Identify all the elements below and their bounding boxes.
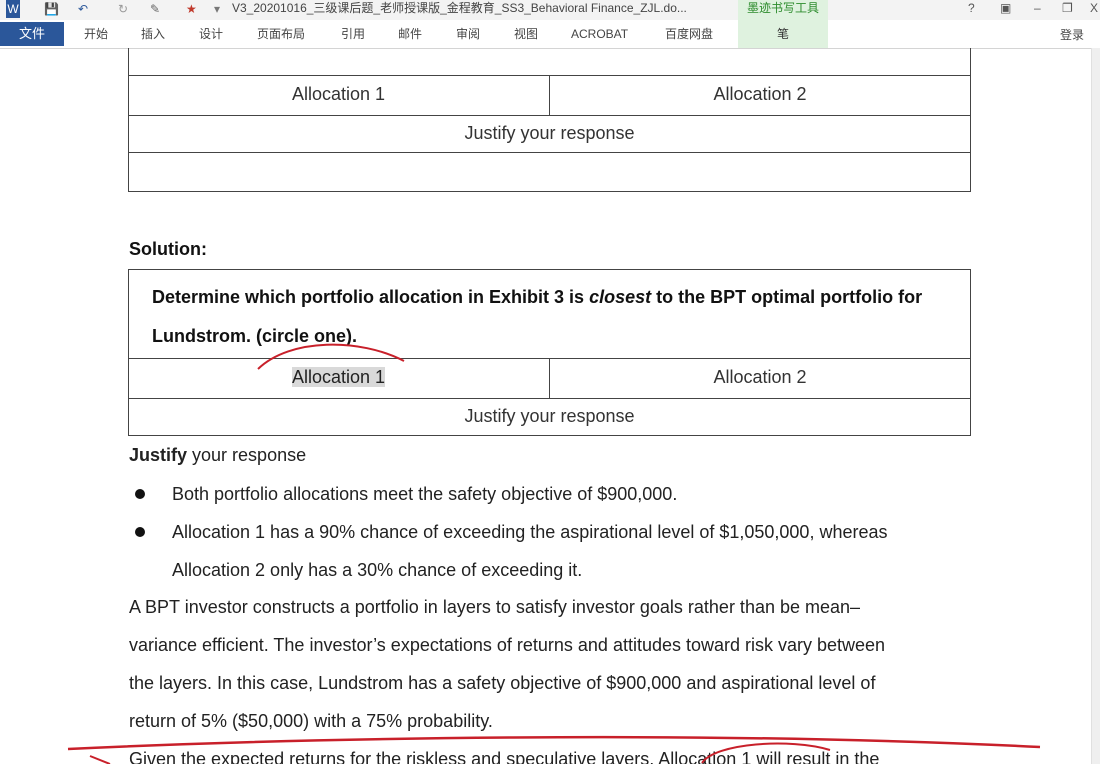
bullet-2-text: Allocation 1 has a 90% chance of exceedi… bbox=[172, 522, 888, 542]
paragraph-line-3: the layers. In this case, Lundstrom has … bbox=[129, 673, 876, 693]
question-part-1: Determine which portfolio allocation in … bbox=[152, 287, 590, 307]
document-title: V3_20201016_三级课后题_老师授课版_金程教育_SS3_Behavio… bbox=[232, 1, 687, 15]
table1-justify-label: Justify your response bbox=[464, 123, 635, 143]
paragraph-line-1: A BPT investor constructs a portfolio in… bbox=[129, 597, 861, 617]
tab-acrobat[interactable]: ACROBAT bbox=[571, 26, 628, 42]
answer-table-1 bbox=[128, 48, 971, 192]
table1-allocation-1[interactable]: Allocation 1 bbox=[128, 84, 549, 105]
pen-mode-icon[interactable]: ✎ bbox=[150, 0, 160, 18]
table1-allocation-2[interactable]: Allocation 2 bbox=[549, 84, 971, 105]
customize-qat-icon[interactable]: ▾ bbox=[214, 0, 220, 18]
paragraph-line-5: Given the expected returns for the riskl… bbox=[129, 749, 880, 764]
redo-icon[interactable]: ↻ bbox=[118, 0, 128, 18]
ribbon-display-icon[interactable]: ▣ bbox=[1000, 0, 1011, 16]
bullet-icon bbox=[135, 489, 145, 499]
solution-heading: Solution: bbox=[129, 239, 207, 259]
login-link[interactable]: 登录 bbox=[1060, 26, 1084, 43]
tab-insert[interactable]: 插入 bbox=[141, 26, 165, 42]
tab-references[interactable]: 引用 bbox=[341, 26, 365, 42]
tab-file[interactable]: 文件 bbox=[0, 22, 64, 46]
justify-heading: Justify your response bbox=[129, 445, 306, 466]
question-part-2: to the BPT optimal portfolio for bbox=[651, 287, 923, 307]
table-divider bbox=[128, 115, 971, 116]
tab-pen[interactable]: 笔 bbox=[738, 20, 828, 48]
restore-icon[interactable]: ❐ bbox=[1062, 0, 1073, 16]
bullet-1-text: Both portfolio allocations meet the safe… bbox=[172, 484, 678, 504]
help-button[interactable]: ? bbox=[968, 0, 975, 16]
tab-design[interactable]: 设计 bbox=[199, 26, 223, 42]
tab-layout[interactable]: 页面布局 bbox=[257, 26, 305, 42]
minimize-button[interactable]: – bbox=[1034, 0, 1041, 16]
table2-allocation-2[interactable]: Allocation 2 bbox=[549, 367, 971, 388]
table-divider bbox=[128, 152, 971, 153]
bullet-2-continued: Allocation 2 only has a 30% chance of ex… bbox=[172, 560, 583, 580]
table-divider bbox=[128, 398, 971, 399]
ink-arrow-stroke bbox=[89, 755, 111, 764]
word-logo-icon: W bbox=[6, 0, 20, 18]
table2-allocation-1-selected[interactable]: Allocation 1 bbox=[291, 367, 386, 387]
document-page[interactable]: Allocation 1 Allocation 2 Justify your r… bbox=[0, 48, 1090, 764]
vertical-scrollbar[interactable] bbox=[1091, 48, 1100, 764]
justify-bold: Justify bbox=[129, 445, 188, 465]
table2-justify-label: Justify your response bbox=[464, 406, 635, 426]
bullet-icon bbox=[135, 527, 145, 537]
question-emphasis: closest bbox=[589, 287, 652, 307]
pin-icon[interactable]: ★ bbox=[186, 0, 197, 18]
question-line-2: Lundstrom. (circle one). bbox=[152, 326, 358, 346]
tab-review[interactable]: 审阅 bbox=[456, 26, 480, 42]
tab-baidu-netdisk[interactable]: 百度网盘 bbox=[665, 26, 713, 42]
ink-tools-context-tab[interactable]: 墨迹书写工具 bbox=[738, 0, 828, 20]
tab-view[interactable]: 视图 bbox=[514, 26, 538, 42]
save-icon[interactable]: 💾 bbox=[44, 0, 59, 18]
paragraph-line-4: return of 5% ($50,000) with a 75% probab… bbox=[129, 711, 493, 731]
justify-rest: your response bbox=[187, 445, 307, 465]
tab-mailings[interactable]: 邮件 bbox=[398, 26, 422, 42]
paragraph-line-2: variance efficient. The investor’s expec… bbox=[129, 635, 886, 655]
tab-home[interactable]: 开始 bbox=[84, 26, 108, 42]
close-button[interactable]: X bbox=[1090, 0, 1098, 16]
undo-icon[interactable]: ↶ bbox=[78, 0, 88, 18]
question-text: Determine which portfolio allocation in … bbox=[152, 278, 962, 356]
title-bar: W 💾 ↶ ↻ ✎ ★ ▾ V3_20201016_三级课后题_老师授课版_金程… bbox=[0, 0, 1100, 20]
